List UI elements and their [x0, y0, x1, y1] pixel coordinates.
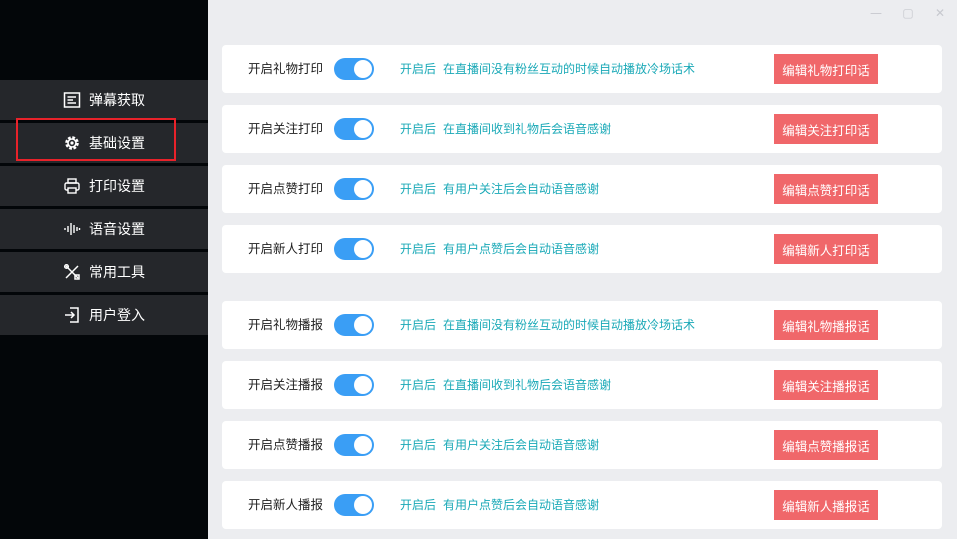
setting-description: 开启后 有用户关注后会自动语音感谢 [400, 421, 599, 469]
description-prefix: 开启后 [400, 242, 437, 256]
setting-row: 开启新人打印 开启后 有用户点赞后会自动语音感谢 编辑新人打印话 [222, 225, 942, 273]
setting-label: 开启关注打印 [248, 121, 324, 136]
description-text: 在直播间收到礼物后会语音感谢 [443, 122, 612, 136]
close-icon[interactable]: ✕ [933, 6, 947, 20]
description-prefix: 开启后 [400, 62, 437, 76]
edit-script-button[interactable]: 编辑关注打印话 [774, 114, 878, 144]
sidebar-item-label: 语音设置 [89, 222, 145, 238]
waveform-icon [63, 220, 81, 238]
description-text: 有用户点赞后会自动语音感谢 [443, 242, 600, 256]
setting-label: 开启礼物播报 [248, 317, 324, 332]
toggle-knob [354, 496, 372, 514]
toggle-knob [354, 376, 372, 394]
setting-label: 开启礼物打印 [248, 61, 324, 76]
description-text: 有用户点赞后会自动语音感谢 [443, 498, 600, 512]
setting-description: 开启后 在直播间收到礼物后会语音感谢 [400, 361, 611, 409]
toggle-knob [354, 120, 372, 138]
edit-script-button[interactable]: 编辑点赞打印话 [774, 174, 878, 204]
setting-row: 开启礼物打印 开启后 在直播间没有粉丝互动的时候自动播放冷场话术 编辑礼物打印话 [222, 45, 942, 93]
gear-icon [63, 134, 81, 152]
tools-icon [63, 263, 81, 281]
setting-description: 开启后 在直播间收到礼物后会语音感谢 [400, 105, 611, 153]
setting-toggle[interactable] [334, 434, 374, 456]
setting-toggle[interactable] [334, 314, 374, 336]
description-text: 有用户关注后会自动语音感谢 [443, 438, 600, 452]
sidebar-item-label: 弹幕获取 [89, 93, 145, 109]
setting-label: 开启点赞播报 [248, 437, 324, 452]
sidebar-item-print-settings[interactable]: 打印设置 [0, 166, 208, 206]
setting-row: 开启关注播报 开启后 在直播间收到礼物后会语音感谢 编辑关注播报话 [222, 361, 942, 409]
barrage-list-icon [63, 91, 81, 109]
setting-toggle[interactable] [334, 58, 374, 80]
description-text: 在直播间收到礼物后会语音感谢 [443, 378, 612, 392]
description-text: 在直播间没有粉丝互动的时候自动播放冷场话术 [443, 318, 696, 332]
description-prefix: 开启后 [400, 378, 437, 392]
edit-script-button[interactable]: 编辑关注播报话 [774, 370, 878, 400]
toggle-knob [354, 60, 372, 78]
setting-label: 开启新人播报 [248, 497, 324, 512]
sidebar-item-voice-settings[interactable]: 语音设置 [0, 209, 208, 249]
description-text: 在直播间没有粉丝互动的时候自动播放冷场话术 [443, 62, 696, 76]
toggle-knob [354, 180, 372, 198]
setting-row: 开启点赞打印 开启后 有用户关注后会自动语音感谢 编辑点赞打印话 [222, 165, 942, 213]
maximize-icon[interactable]: ▢ [901, 6, 915, 20]
setting-row: 开启新人播报 开启后 有用户点赞后会自动语音感谢 编辑新人播报话 [222, 481, 942, 529]
setting-description: 开启后 有用户点赞后会自动语音感谢 [400, 481, 599, 529]
description-prefix: 开启后 [400, 318, 437, 332]
sidebar-item-login[interactable]: 用户登入 [0, 295, 208, 335]
setting-toggle[interactable] [334, 374, 374, 396]
minimize-icon[interactable]: — [869, 6, 883, 20]
edit-script-button[interactable]: 编辑礼物打印话 [774, 54, 878, 84]
setting-label: 开启关注播报 [248, 377, 324, 392]
setting-toggle[interactable] [334, 118, 374, 140]
window-controls: — ▢ ✕ [869, 6, 947, 20]
printer-icon [63, 177, 81, 195]
edit-script-button[interactable]: 编辑点赞播报话 [774, 430, 878, 460]
setting-row: 开启关注打印 开启后 在直播间收到礼物后会语音感谢 编辑关注打印话 [222, 105, 942, 153]
setting-row: 开启点赞播报 开启后 有用户关注后会自动语音感谢 编辑点赞播报话 [222, 421, 942, 469]
setting-description: 开启后 在直播间没有粉丝互动的时候自动播放冷场话术 [400, 301, 695, 349]
toggle-knob [354, 436, 372, 454]
setting-toggle[interactable] [334, 494, 374, 516]
setting-description: 开启后 有用户点赞后会自动语音感谢 [400, 225, 599, 273]
edit-script-button[interactable]: 编辑新人播报话 [774, 490, 878, 520]
description-prefix: 开启后 [400, 438, 437, 452]
toggle-knob [354, 316, 372, 334]
sidebar-item-label: 打印设置 [89, 179, 145, 195]
setting-row: 开启礼物播报 开启后 在直播间没有粉丝互动的时候自动播放冷场话术 编辑礼物播报话 [222, 301, 942, 349]
sidebar-item-label: 基础设置 [89, 136, 145, 152]
login-icon [63, 306, 81, 324]
sidebar-item-label: 用户登入 [89, 308, 145, 324]
description-prefix: 开启后 [400, 182, 437, 196]
setting-toggle[interactable] [334, 238, 374, 260]
setting-label: 开启点赞打印 [248, 181, 324, 196]
sidebar-item-tools[interactable]: 常用工具 [0, 252, 208, 292]
setting-label: 开启新人打印 [248, 241, 324, 256]
toggle-knob [354, 240, 372, 258]
setting-description: 开启后 在直播间没有粉丝互动的时候自动播放冷场话术 [400, 45, 695, 93]
setting-toggle[interactable] [334, 178, 374, 200]
sidebar-item-barrage[interactable]: 弹幕获取 [0, 80, 208, 120]
edit-script-button[interactable]: 编辑新人打印话 [774, 234, 878, 264]
sidebar-item-label: 常用工具 [89, 265, 145, 281]
edit-script-button[interactable]: 编辑礼物播报话 [774, 310, 878, 340]
sidebar-item-basic-settings[interactable]: 基础设置 [0, 123, 208, 163]
setting-description: 开启后 有用户关注后会自动语音感谢 [400, 165, 599, 213]
description-prefix: 开启后 [400, 498, 437, 512]
description-text: 有用户关注后会自动语音感谢 [443, 182, 600, 196]
description-prefix: 开启后 [400, 122, 437, 136]
sidebar: 弹幕获取 基础设置 打印设置 语音设置 常用工具 用户登入 [0, 0, 208, 539]
